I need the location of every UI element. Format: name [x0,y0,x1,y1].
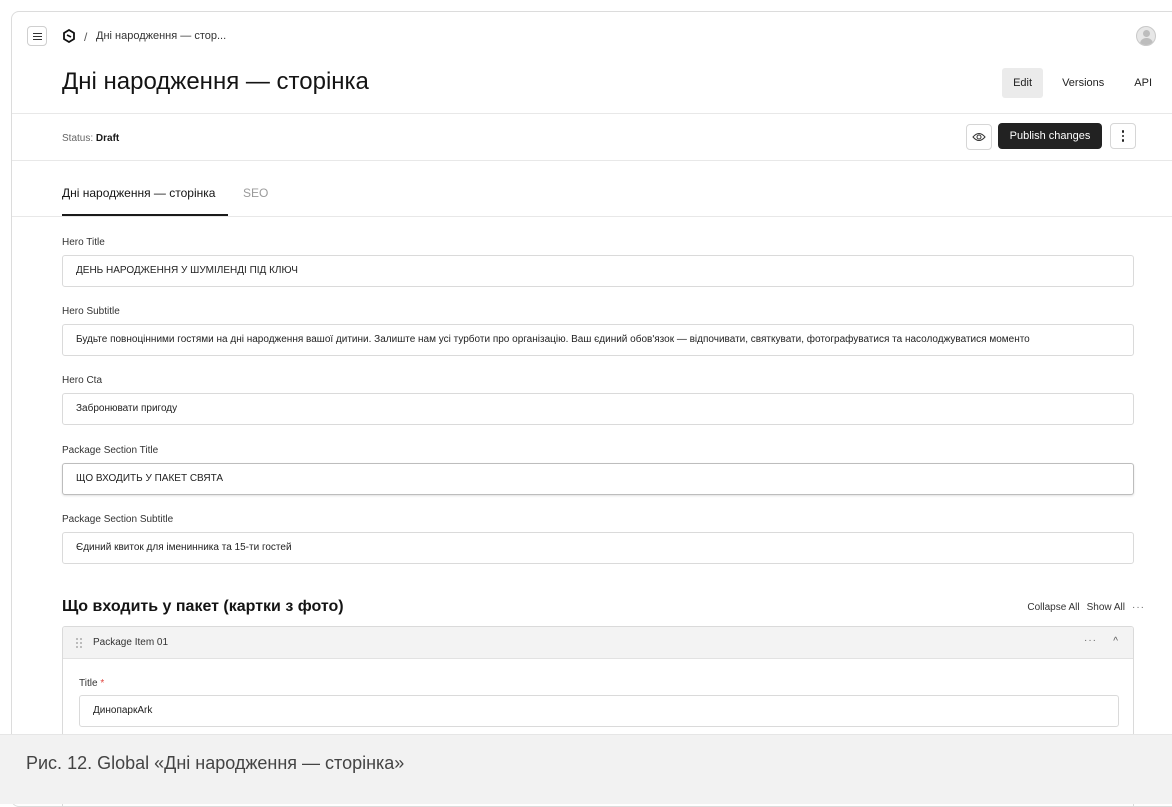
tab-versions[interactable]: Versions [1051,68,1115,98]
section-actions: Collapse All Show All ··· [1027,602,1145,613]
eye-icon [972,133,986,141]
hero-cta-label: Hero Cta [62,375,103,386]
package-item-title: Package Item 01 [93,637,169,648]
view-tabs: Edit Versions API [1002,68,1163,98]
menu-icon[interactable] [27,26,47,46]
hero-subtitle-input[interactable]: Будьте повноцінними гостями на дні народ… [62,324,1134,356]
app-window: / Дні народження — стор... Дні народженн… [11,11,1172,807]
item-title-input[interactable]: ДинопаркArk [79,695,1119,727]
more-vertical-icon [1121,130,1125,142]
item-title-label-text: Title [79,678,98,689]
hero-cta-input[interactable]: Забронювати пригоду [62,393,1134,425]
hero-subtitle-label: Hero Subtitle [62,306,120,317]
preview-button[interactable] [966,124,992,150]
item-more-icon[interactable]: ··· [1084,635,1097,646]
status-text: Status: Draft [62,133,119,144]
show-all-button[interactable]: Show All [1087,602,1125,613]
top-bar: / Дні народження — стор... [12,12,1172,62]
publish-button[interactable]: Publish changes [998,123,1102,149]
more-options-button[interactable] [1110,123,1136,149]
chevron-up-icon[interactable]: ^ [1113,636,1118,647]
status-label: Status: [62,133,94,144]
package-section-subtitle-input[interactable]: Єдиний квиток для іменинника та 15-ти го… [62,532,1134,564]
package-section-title-label: Package Section Title [62,445,159,456]
package-section-subtitle-label: Package Section Subtitle [62,514,174,525]
divider [12,216,1172,217]
divider [12,113,1172,114]
section-title: Що входить у пакет (картки з фото) [62,598,344,615]
tab-page-content[interactable]: Дні народження — сторінка [62,186,215,200]
figure-caption: Рис. 12. Global «Дні народження — сторін… [0,734,1172,804]
package-section-title-input[interactable]: ЩО ВХОДИТЬ У ПАКЕТ СВЯТА [62,463,1134,495]
hero-title-label: Hero Title [62,237,105,248]
tab-api[interactable]: API [1123,68,1163,98]
drag-handle-icon[interactable] [76,638,82,648]
required-mark: * [100,678,105,689]
tab-seo[interactable]: SEO [243,186,268,200]
breadcrumb-current[interactable]: Дні народження — стор... [96,30,226,42]
logo-icon[interactable] [62,29,76,43]
divider [12,160,1172,161]
caption-text: Рис. 12. Global «Дні народження — сторін… [26,753,405,773]
page-title: Дні народження — сторінка [62,68,369,95]
status-value: Draft [95,133,120,144]
section-more-icon[interactable]: ··· [1132,602,1145,613]
avatar[interactable] [1136,26,1156,46]
package-item-header[interactable]: Package Item 01 ··· ^ [63,627,1133,659]
item-title-label: Title * [79,678,104,689]
collapse-all-button[interactable]: Collapse All [1027,602,1079,613]
tab-edit[interactable]: Edit [1002,68,1044,98]
breadcrumb-separator: / [84,30,88,44]
hero-title-input[interactable]: ДЕНЬ НАРОДЖЕННЯ У ШУМІЛЕНДІ ПІД КЛЮЧ [62,255,1134,287]
